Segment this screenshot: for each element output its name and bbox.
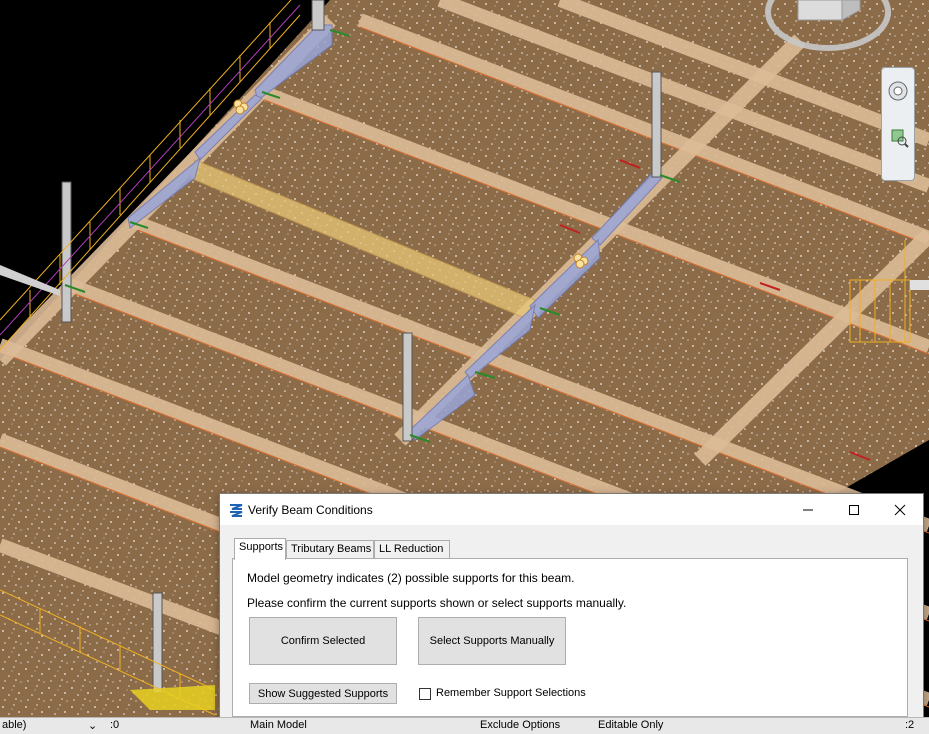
show-suggested-supports-button[interactable]: Show Suggested Supports — [249, 683, 397, 704]
navigation-bar — [881, 67, 915, 181]
close-button[interactable] — [877, 494, 923, 525]
close-icon — [894, 504, 906, 515]
remember-selections-checkbox[interactable] — [419, 688, 431, 700]
dialog-titlebar[interactable]: Verify Beam Conditions — [220, 494, 923, 525]
maximize-button[interactable] — [831, 494, 877, 525]
status-bar: able) ⌄ :0 Main Model Exclude Options Ed… — [0, 717, 929, 734]
remember-selections-label[interactable]: Remember Support Selections — [436, 687, 586, 699]
minimize-button[interactable] — [785, 494, 831, 525]
supports-count-message: Model geometry indicates (2) possible su… — [247, 571, 575, 585]
chevron-down-icon[interactable]: ⌄ — [88, 719, 97, 732]
model-selector[interactable]: Main Model — [250, 719, 307, 731]
maximize-icon — [849, 504, 859, 515]
filter-count: :2 — [905, 719, 915, 731]
selection-count: :0 — [110, 719, 120, 731]
tab-supports[interactable]: Supports — [234, 538, 286, 560]
tab-ll-reduction[interactable]: LL Reduction — [374, 540, 450, 558]
confirm-instruction-message: Please confirm the current supports show… — [247, 596, 627, 610]
view-selector[interactable]: able) — [2, 719, 26, 731]
minimize-icon — [803, 509, 813, 510]
dialog-title: Verify Beam Conditions — [248, 503, 373, 517]
confirm-selected-button[interactable]: Confirm Selected — [249, 617, 397, 665]
exclude-options[interactable]: Exclude Options — [480, 719, 560, 731]
supports-tab-page: Model geometry indicates (2) possible su… — [232, 558, 908, 717]
nav-wheel-icon[interactable] — [887, 80, 909, 102]
tab-tributary-beams[interactable]: Tributary Beams — [286, 540, 374, 558]
zoom-region-icon[interactable] — [887, 126, 909, 148]
verify-beam-dialog: Verify Beam Conditions Supports Tributar… — [219, 493, 924, 725]
select-supports-manually-button[interactable]: Select Supports Manually — [418, 617, 566, 665]
editable-only[interactable]: Editable Only — [598, 719, 663, 731]
app-logo-icon — [230, 504, 243, 517]
